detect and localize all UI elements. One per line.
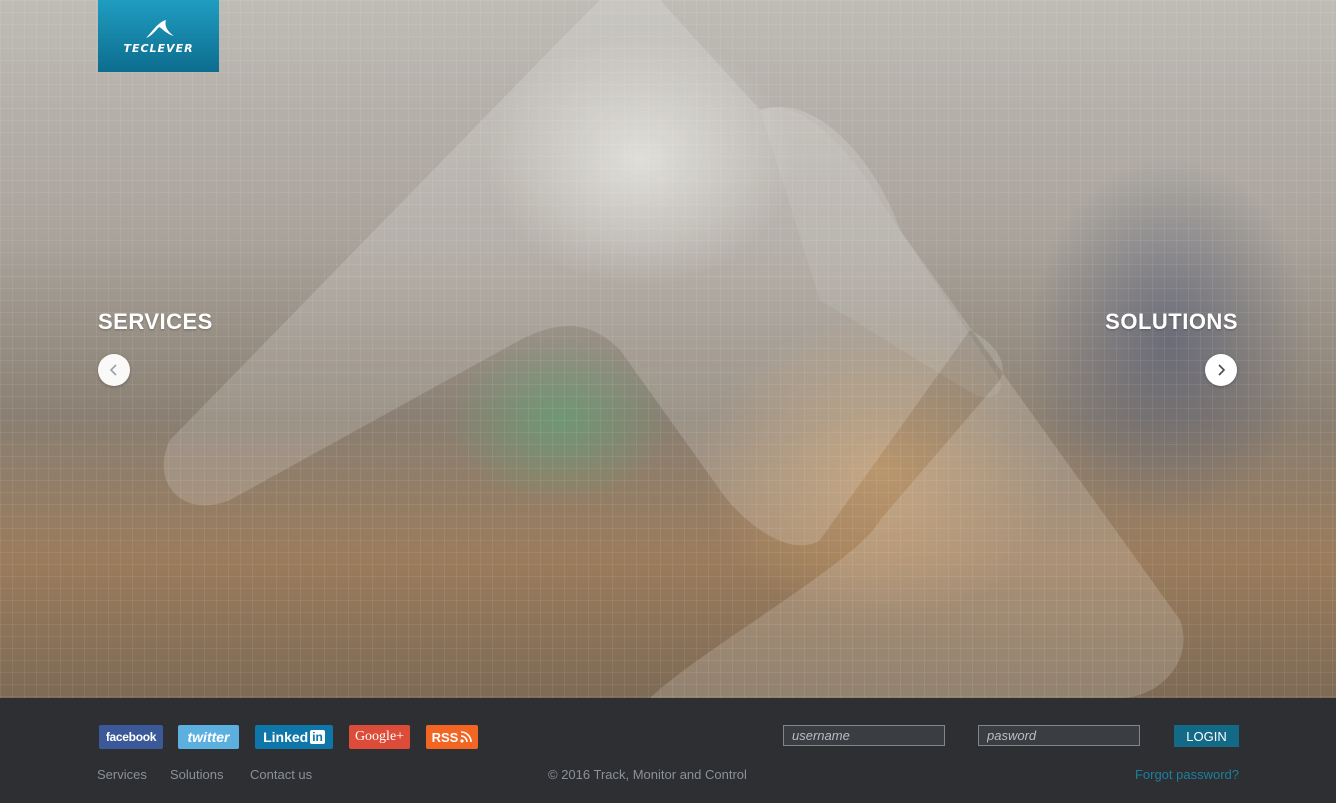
chevron-right-icon	[1218, 364, 1226, 376]
google-plus-link[interactable]: Google+	[349, 725, 410, 749]
linkedin-link[interactable]: Linked in	[255, 725, 333, 749]
rss-label: RSS	[431, 729, 459, 745]
twitter-label: twitter	[187, 729, 230, 745]
rss-icon	[460, 731, 473, 743]
linkedin-label: Linked	[263, 729, 309, 745]
logo-text: TECLEVER	[123, 41, 194, 55]
forgot-password-link[interactable]: Forgot password?	[1135, 767, 1239, 782]
rss-link[interactable]: RSS	[426, 725, 478, 749]
chevron-left-icon	[109, 364, 117, 376]
username-input[interactable]	[783, 725, 945, 746]
logo-mark-icon	[145, 19, 174, 38]
next-slide-button[interactable]	[1205, 354, 1237, 386]
footer-link-solutions[interactable]: Solutions	[170, 767, 223, 782]
footer-link-contact[interactable]: Contact us	[250, 767, 312, 782]
login-button[interactable]: LOGIN	[1174, 725, 1239, 747]
footer: facebook twitter Linkedin Google+ RSS LO…	[0, 698, 1336, 803]
brand-logo[interactable]: TECLEVER	[98, 0, 219, 72]
hero-banner	[0, 0, 1336, 698]
services-heading[interactable]: SERVICES	[98, 309, 213, 335]
linkedin-in-badge: in	[310, 730, 325, 744]
facebook-label: facebook	[105, 730, 157, 744]
facebook-link[interactable]: facebook	[99, 725, 163, 749]
copyright-text: © 2016 Track, Monitor and Control	[548, 767, 747, 782]
twitter-link[interactable]: twitter	[178, 725, 239, 749]
grid-overlay	[0, 0, 1336, 698]
prev-slide-button[interactable]	[98, 354, 130, 386]
solutions-heading[interactable]: SOLUTIONS	[1105, 309, 1238, 335]
google-plus-label: Google+	[354, 729, 405, 744]
footer-link-services[interactable]: Services	[97, 767, 147, 782]
password-input[interactable]	[978, 725, 1140, 746]
